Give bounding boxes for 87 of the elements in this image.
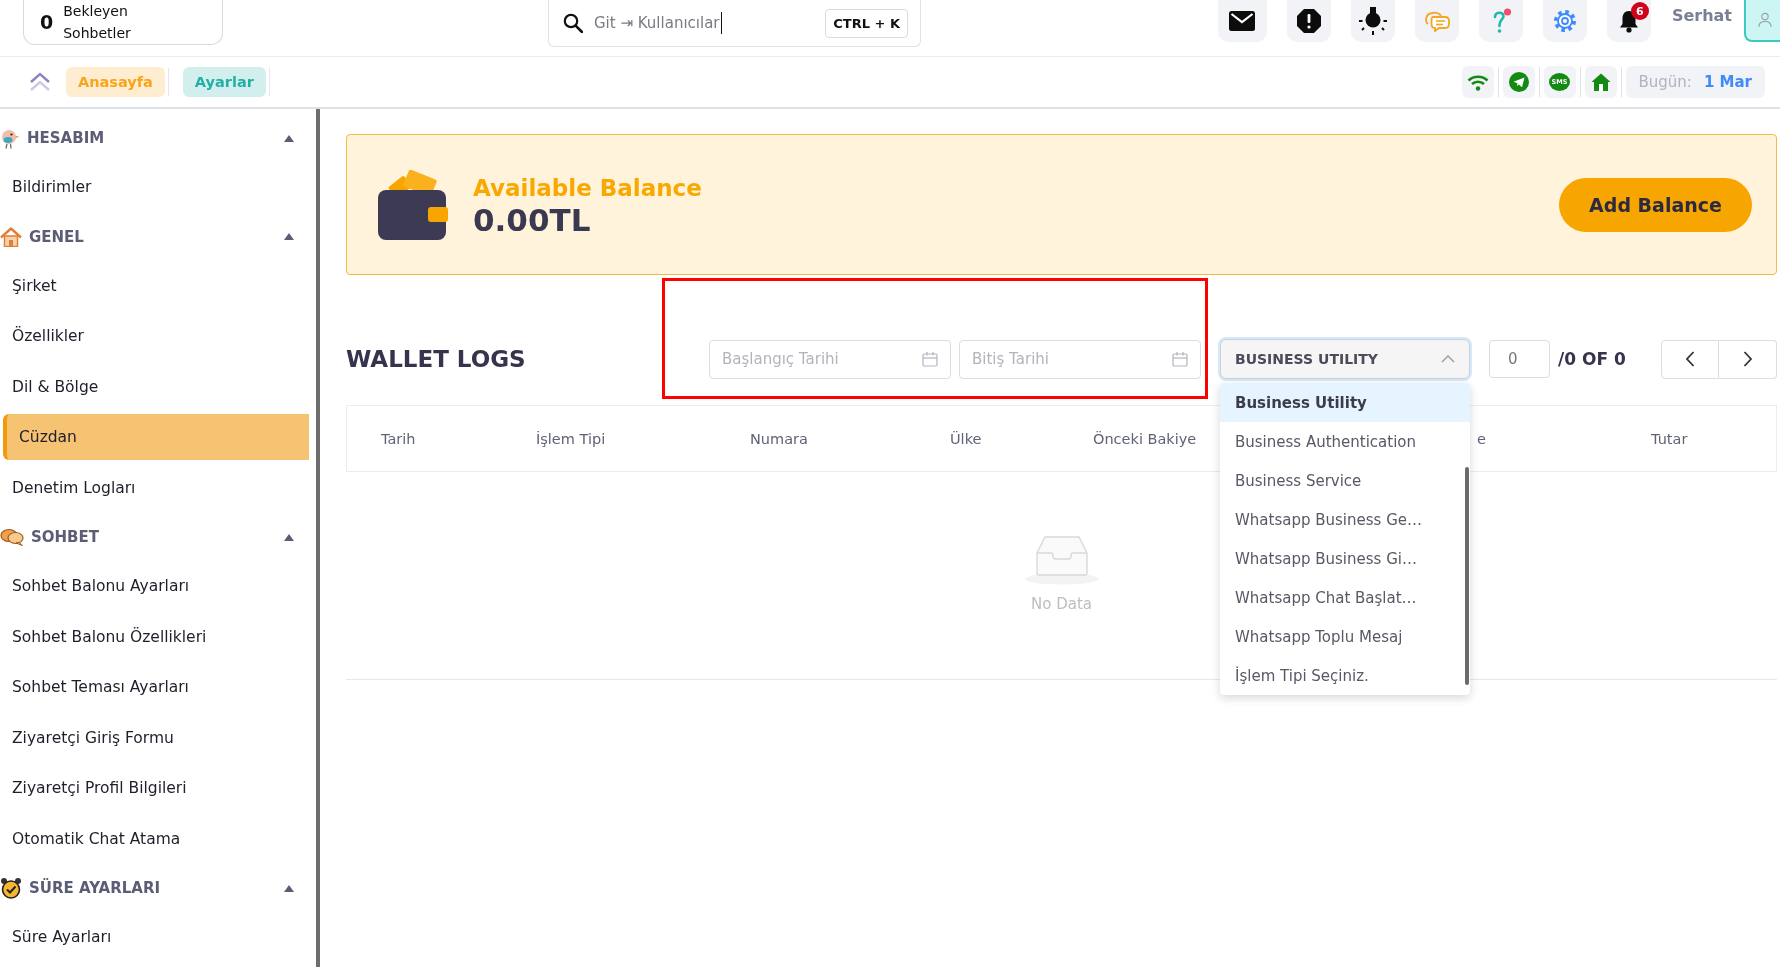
dropdown-option[interactable]: Whatsapp Business Gi… xyxy=(1220,539,1470,578)
notification-badge: 6 xyxy=(1630,2,1649,20)
sidebar-item[interactable]: Bildirimler xyxy=(0,162,316,213)
column-header: Tutar xyxy=(1651,430,1688,447)
chevron-up-icon xyxy=(1441,355,1455,363)
section-title[interactable]: SOHBET xyxy=(31,528,284,546)
caret-up-icon[interactable] xyxy=(284,233,294,240)
today-label: Bugün: xyxy=(1638,73,1692,91)
calendar-icon xyxy=(922,350,938,367)
pending-label: Bekleyen Sohbetler xyxy=(63,2,132,43)
column-header: Ülke xyxy=(950,430,982,447)
notifications-button[interactable]: 6 xyxy=(1606,0,1651,42)
telegram-button[interactable] xyxy=(1502,66,1535,98)
mail-button[interactable] xyxy=(1217,0,1267,42)
house-icon xyxy=(1590,73,1611,91)
help-button[interactable] xyxy=(1478,0,1523,42)
scrollbar[interactable] xyxy=(1465,467,1469,685)
chevron-left-icon xyxy=(1685,351,1695,367)
sidebar-item[interactable]: Sohbet Balonu Özellikleri xyxy=(0,611,316,662)
page-input[interactable]: 0 xyxy=(1489,340,1550,378)
calendar-icon xyxy=(1172,350,1188,367)
search-field[interactable]: Git ⇥ Kullanıcılar CTRL + K xyxy=(548,0,921,47)
sidebar-item[interactable]: Dil & Bölge xyxy=(0,361,316,412)
paper-plane-icon xyxy=(1508,72,1529,92)
sidebar-item[interactable]: Süre Ayarları xyxy=(0,912,316,963)
caret-up-icon[interactable] xyxy=(284,134,294,142)
column-header: Önceki Bakiye xyxy=(1093,430,1197,447)
search-icon xyxy=(563,13,583,33)
section-title[interactable]: HESABIM xyxy=(27,129,284,147)
dropdown-option[interactable]: Business Service xyxy=(1220,461,1470,500)
alert-icon xyxy=(1296,9,1321,33)
page-count: /0 OF 0 xyxy=(1558,349,1626,369)
sidebar-item[interactable]: Sohbet Teması Ayarları xyxy=(0,662,316,713)
alert-button[interactable] xyxy=(1286,0,1331,42)
column-header: İşlem Tipi xyxy=(536,430,606,447)
start-date-field[interactable]: Başlangıç Tarihi xyxy=(709,339,951,379)
settings-icon xyxy=(1552,9,1577,33)
dropdown-option[interactable]: Business Utility xyxy=(1220,383,1470,422)
sidebar-item[interactable]: Şirket xyxy=(0,260,316,311)
section-title[interactable]: GENEL xyxy=(29,227,284,246)
collapse-button[interactable] xyxy=(28,71,52,93)
dropdown-option[interactable]: Business Authentication xyxy=(1220,422,1470,461)
sidebar-item[interactable]: Otomatik Chat Atama xyxy=(0,813,316,864)
alarm-clock-icon xyxy=(0,877,22,899)
chevron-right-icon xyxy=(1742,351,1753,367)
wallet-icon xyxy=(378,169,448,240)
sidebar-item[interactable]: Ziyaretçi Profil Bilgileri xyxy=(0,763,316,814)
light-bulb-icon xyxy=(1358,7,1387,35)
dropdown-option[interactable]: İşlem Tipi Seçiniz. xyxy=(1220,656,1470,695)
dropdown-option[interactable]: Whatsapp Business Ge… xyxy=(1220,500,1470,539)
section-heading: WALLET LOGS xyxy=(346,346,527,372)
dropdown-option[interactable]: Whatsapp Toplu Mesaj xyxy=(1220,617,1470,656)
chat-bubbles-icon xyxy=(1423,10,1450,32)
light-bulb-button[interactable] xyxy=(1350,0,1395,42)
house-button[interactable] xyxy=(1584,66,1617,98)
sidebar-item[interactable]: Ziyaretçi Giriş Formu xyxy=(0,712,316,763)
sidebar-item[interactable]: Denetim Logları xyxy=(0,462,316,513)
end-date-field[interactable]: Bitiş Tarihi xyxy=(959,339,1201,379)
column-header: Tarih xyxy=(381,430,416,447)
sidebar-item[interactable]: Cüzdan xyxy=(3,414,309,460)
pending-count: 0 xyxy=(40,11,54,33)
add-balance-button[interactable]: Add Balance xyxy=(1559,177,1752,232)
balance-title: Available Balance xyxy=(473,173,702,203)
caret-up-icon[interactable] xyxy=(284,533,294,541)
balance-amount: 0.00TL xyxy=(473,202,591,237)
user-name[interactable]: Serhat xyxy=(1671,5,1732,25)
chat-bubbles-icon xyxy=(0,528,24,546)
mail-icon xyxy=(1229,11,1256,31)
caret-up-icon[interactable] xyxy=(284,884,294,892)
bird-icon xyxy=(0,127,20,149)
empty-inbox-icon xyxy=(1022,533,1101,585)
sidebar-item[interactable]: Sohbet Balonu Ayarları xyxy=(0,561,316,612)
person-icon xyxy=(1758,12,1772,28)
today-value: 1 Mar xyxy=(1703,73,1752,91)
column-header: e xyxy=(1477,430,1486,447)
shortcut-hint: CTRL + K xyxy=(825,8,908,38)
sidebar-item[interactable]: Özellikler xyxy=(0,311,316,362)
column-header: Numara xyxy=(750,430,808,447)
empty-message: No Data xyxy=(1031,595,1092,613)
settings-button[interactable] xyxy=(1542,0,1587,42)
wifi-icon xyxy=(1466,73,1489,91)
section-title[interactable]: SÜRE AYARLARI xyxy=(29,879,284,897)
type-select[interactable]: BUSINESS UTILITY xyxy=(1220,339,1470,379)
dropdown-option[interactable]: Whatsapp Chat Başlat… xyxy=(1220,578,1470,617)
wifi-button[interactable] xyxy=(1461,66,1494,98)
house-icon xyxy=(0,226,22,247)
double-chevron-up-icon xyxy=(29,72,51,92)
